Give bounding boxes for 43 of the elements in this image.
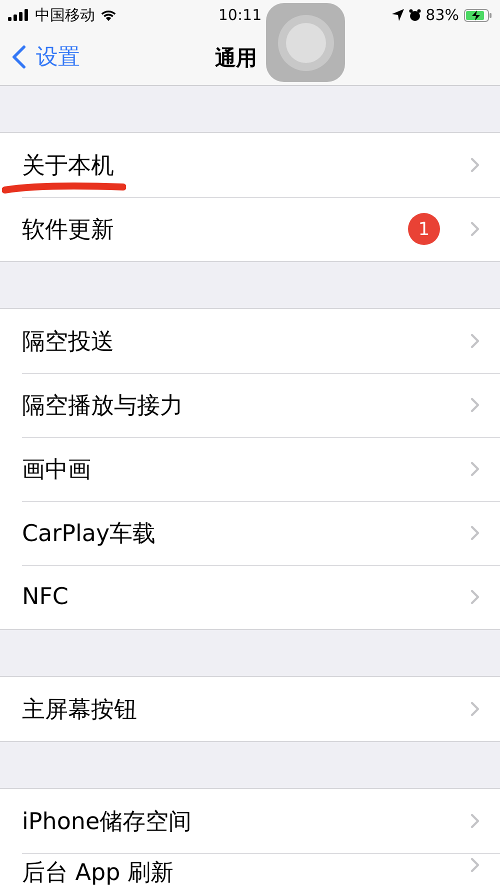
location-icon	[392, 9, 404, 21]
carrier-name: 中国移动	[35, 6, 95, 24]
chevron-right-icon	[470, 525, 480, 541]
notification-badge: 1	[408, 213, 440, 245]
assistive-touch-button[interactable]	[266, 3, 345, 82]
settings-row[interactable]: CarPlay车载	[0, 501, 500, 565]
settings-row[interactable]: 主屏幕按钮	[0, 677, 500, 741]
row-label: 隔空播放与接力	[22, 392, 183, 420]
row-label: 画中画	[22, 456, 91, 484]
chevron-right-icon	[470, 589, 480, 605]
row-label: 关于本机	[22, 152, 114, 180]
signal-icon	[8, 9, 30, 21]
settings-row[interactable]: 软件更新 1	[0, 197, 500, 261]
chevron-right-icon	[470, 813, 480, 829]
status-time: 10:11	[217, 6, 263, 24]
row-label: 主屏幕按钮	[22, 696, 137, 724]
settings-row[interactable]: 画中画	[0, 437, 500, 501]
row-label: iPhone储存空间	[22, 808, 192, 836]
settings-row[interactable]: 隔空播放与接力	[0, 373, 500, 437]
settings-row[interactable]: iPhone储存空间	[0, 789, 500, 853]
row-label: 后台 App 刷新	[22, 859, 174, 888]
battery-percent: 83%	[426, 6, 460, 24]
chevron-right-icon	[470, 397, 480, 413]
battery-charging-icon	[464, 8, 492, 22]
chevron-right-icon	[470, 157, 480, 173]
wifi-icon	[100, 9, 117, 21]
alarm-icon	[408, 8, 421, 22]
chevron-right-icon	[470, 333, 480, 349]
chevron-right-icon	[470, 857, 480, 873]
chevron-left-icon	[12, 45, 26, 69]
settings-row[interactable]: NFC	[0, 565, 500, 629]
chevron-right-icon	[470, 221, 480, 237]
row-label: CarPlay车载	[22, 520, 156, 548]
settings-row[interactable]: 后台 App 刷新	[0, 853, 500, 889]
settings-row[interactable]: 关于本机	[0, 133, 500, 197]
page-title: 通用	[215, 44, 257, 72]
chevron-right-icon	[470, 461, 480, 477]
settings-row[interactable]: 隔空投送	[0, 309, 500, 373]
row-label: NFC	[22, 584, 68, 610]
row-label: 软件更新	[22, 216, 114, 244]
back-button[interactable]: 设置	[10, 40, 82, 74]
chevron-right-icon	[470, 701, 480, 717]
row-label: 隔空投送	[22, 328, 114, 356]
